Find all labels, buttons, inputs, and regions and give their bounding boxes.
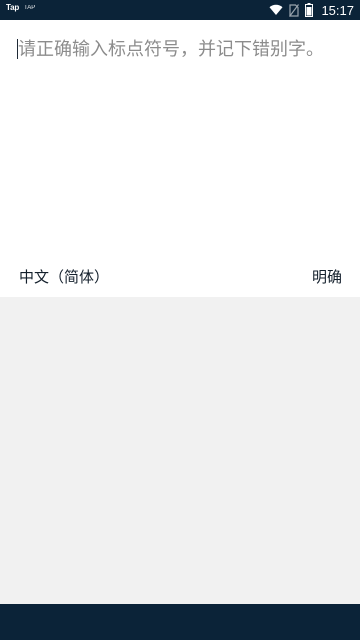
status-time: 15:17 [321,2,354,18]
language-row: 中文（简体） 明确 [0,262,360,292]
navigation-bar [0,604,360,640]
app-tag-small: ΤΑΡ [24,4,36,11]
status-left: Tap ΤΑΡ [6,3,35,12]
app-tag: Tap [6,3,20,12]
text-input-area[interactable]: 请正确输入标点符号，并记下错别字。 [17,36,344,64]
text-cursor [17,39,18,59]
language-selector[interactable]: 中文（简体） [19,266,109,287]
wifi-icon [269,4,283,16]
input-placeholder: 请正确输入标点符号，并记下错别字。 [18,39,324,60]
confirm-button[interactable]: 明确 [312,266,342,287]
bottom-panel [0,297,360,604]
screen: Tap ΤΑΡ 15:17 请正确输入标点符号，并记下错别字。 中文（简体） 明… [0,0,360,640]
battery-icon [305,3,314,17]
status-right: 15:17 [269,1,354,19]
status-bar: Tap ΤΑΡ 15:17 [0,0,360,20]
no-sim-icon [289,3,300,17]
